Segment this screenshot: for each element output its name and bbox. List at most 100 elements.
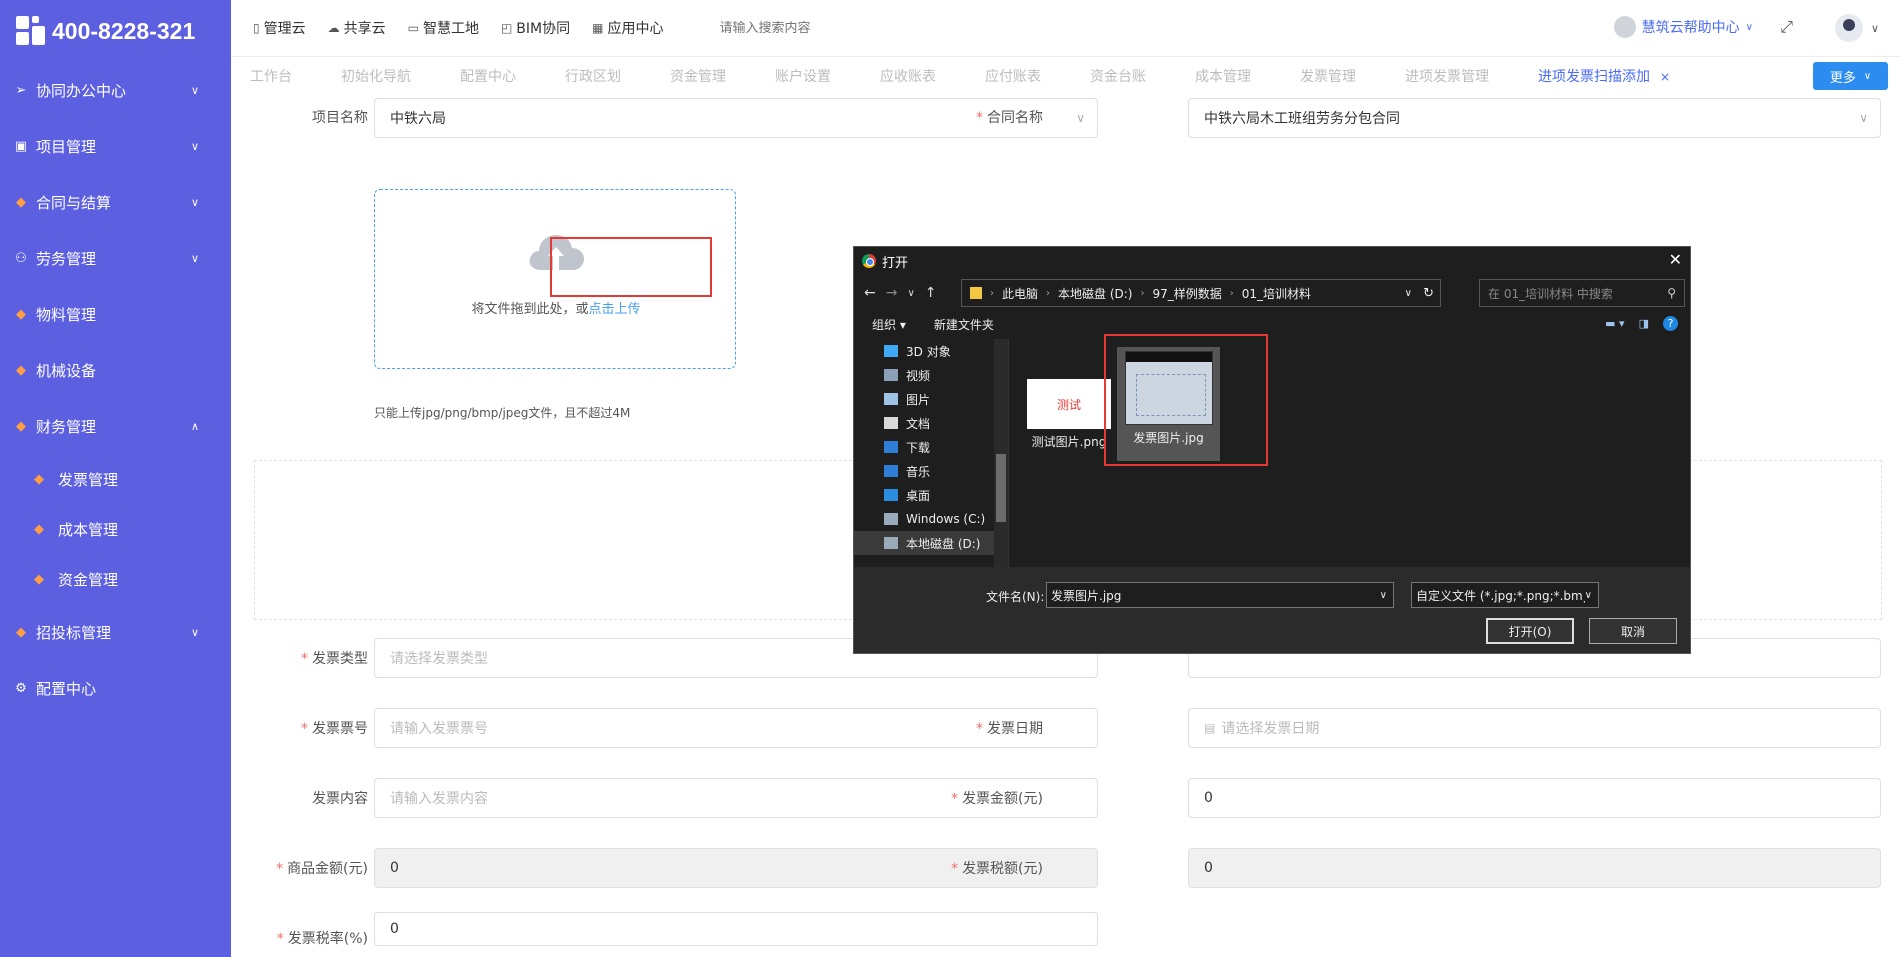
book-icon: ▣ <box>14 138 28 154</box>
desktop-icon <box>884 489 898 501</box>
tab-bar: 工作台 初始化导航 配置中心 行政区划 资金管理 账户设置 应收账表 应付账表 … <box>231 56 1901 94</box>
help-icon[interactable]: ? <box>1663 316 1678 331</box>
tab-workbench[interactable]: 工作台 <box>231 66 292 86</box>
tax-rate-input[interactable]: 0 <box>374 912 1098 946</box>
tab-funds[interactable]: 资金管理 <box>651 66 726 86</box>
chevron-down-icon[interactable]: ∨ <box>1405 288 1412 299</box>
sidebar-item-collab[interactable]: ➢ 协同办公中心 ∨ <box>0 62 231 118</box>
chevron-down-icon: ∨ <box>1076 111 1085 125</box>
tree-item-pictures[interactable]: 图片 <box>854 387 1008 411</box>
header-link-bim[interactable]: ◰ BIM协同 <box>501 18 570 38</box>
sidebar-item-labor[interactable]: ⚇ 劳务管理 ∨ <box>0 230 231 286</box>
tab-init-nav[interactable]: 初始化导航 <box>322 66 411 86</box>
gem-icon: ◆ <box>34 571 44 587</box>
history-dropdown-icon[interactable]: ∨ <box>907 288 914 299</box>
sidebar-sub-cost[interactable]: ◆ 成本管理 <box>0 504 231 554</box>
user-menu[interactable]: ∨ <box>1834 14 1879 42</box>
top-header: ▯管理云 ☁共享云 ▭智慧工地 ◰BIM协同 ▦应用中心 慧筑云帮助中心 ∨ ⤢… <box>231 0 1901 56</box>
breadcrumb-pc[interactable]: 此电脑 <box>1002 285 1038 302</box>
invoice-amount-input[interactable]: 0 <box>1188 778 1881 818</box>
sidebar-item-bidding[interactable]: ◆ 招投标管理 ∨ <box>0 604 231 660</box>
dialog-search-input[interactable]: 在 01_培训材料 中搜索 ⚲ <box>1479 279 1685 307</box>
search-input[interactable] <box>719 20 920 36</box>
contract-select[interactable]: 中铁六局木工班组劳务分包合同 ∨ <box>1188 98 1881 138</box>
chrome-icon <box>862 254 876 268</box>
tab-payable[interactable]: 应付账表 <box>966 66 1041 86</box>
refresh-icon[interactable]: ↻ <box>1423 286 1434 301</box>
tree-item-music[interactable]: 音乐 <box>854 459 1008 483</box>
sidebar-item-config[interactable]: ⚙ 配置中心 <box>0 660 231 716</box>
tree-item-desktop[interactable]: 桌面 <box>854 483 1008 507</box>
sidebar-item-finance[interactable]: ◆ 财务管理 ∧ <box>0 398 231 454</box>
close-icon[interactable]: × <box>1660 70 1670 84</box>
preview-pane-icon[interactable]: ◨ <box>1639 317 1649 330</box>
sidebar-item-material[interactable]: ◆ 物料管理 <box>0 286 231 342</box>
more-button[interactable]: 更多 ∨ <box>1813 62 1888 90</box>
header-link-site[interactable]: ▭ 智慧工地 <box>408 18 479 38</box>
tax-amount-input: 0 <box>1188 848 1881 888</box>
open-button[interactable]: 打开(O) <box>1486 618 1574 644</box>
chevron-down-icon[interactable]: ∨ <box>1380 590 1387 601</box>
address-bar[interactable]: › 此电脑 › 本地磁盘 (D:) › 97_样例数据 › 01_培训材料 ∨ … <box>961 279 1441 307</box>
tab-scan-add[interactable]: 进项发票扫描添加 × <box>1519 66 1670 86</box>
breadcrumb-drive[interactable]: 本地磁盘 (D:) <box>1058 285 1132 302</box>
cube-icon <box>884 345 898 357</box>
gem-icon: ◆ <box>34 471 44 487</box>
header-link-share[interactable]: ☁ 共享云 <box>328 18 386 38</box>
filetype-select[interactable]: 自定义文件 (*.jpg;*.png;*.bmp ∨ <box>1411 582 1599 608</box>
upload-link[interactable]: 点击上传 <box>589 302 641 317</box>
tab-invoice[interactable]: 发票管理 <box>1281 66 1356 86</box>
sidebar-sub-funds[interactable]: ◆ 资金管理 <box>0 554 231 604</box>
tab-config[interactable]: 配置中心 <box>441 66 516 86</box>
view-mode-icon[interactable]: ▬ ▾ <box>1605 317 1624 330</box>
sidebar-item-machinery[interactable]: ◆ 机械设备 <box>0 342 231 398</box>
tree-scrollbar[interactable] <box>994 339 1008 567</box>
grid-icon: ▦ <box>592 21 604 35</box>
video-icon <box>884 369 898 381</box>
close-icon[interactable]: ✕ <box>1669 250 1682 269</box>
sidebar-item-project[interactable]: ▣ 项目管理 ∨ <box>0 118 231 174</box>
drive-icon <box>884 537 898 549</box>
fullscreen-icon[interactable]: ⤢ <box>1780 17 1793 37</box>
tree-item-3d[interactable]: 3D 对象 <box>854 339 1008 363</box>
tax-amount-label: * 发票税额(元) <box>951 861 1043 877</box>
tab-receivable[interactable]: 应收账表 <box>861 66 936 86</box>
breadcrumb-training[interactable]: 01_培训材料 <box>1242 285 1311 302</box>
header-link-apps[interactable]: ▦ 应用中心 <box>592 18 663 38</box>
tree-item-d-drive[interactable]: 本地磁盘 (D:) <box>854 531 1008 555</box>
tree-item-c-drive[interactable]: Windows (C:) <box>854 507 1008 531</box>
scroll-thumb[interactable] <box>996 454 1006 522</box>
invoice-no-label: * 发票票号 <box>301 721 368 737</box>
logo-icon <box>16 16 46 46</box>
tree-item-videos[interactable]: 视频 <box>854 363 1008 387</box>
filename-input[interactable]: 发票图片.jpg ∨ <box>1046 582 1394 608</box>
header-link-management[interactable]: ▯ 管理云 <box>253 18 306 38</box>
tab-account[interactable]: 账户设置 <box>756 66 831 86</box>
folder-tree: 3D 对象 视频 图片 文档 下载 音乐 桌面 Windows (C:) 本地磁… <box>854 339 1009 567</box>
tax-rate-label: * 发票税率(%) <box>276 931 368 947</box>
up-arrow-icon[interactable]: ↑ <box>925 285 937 301</box>
invoice-date-picker[interactable]: ▤ 请选择发票日期 <box>1188 708 1881 748</box>
tree-item-downloads[interactable]: 下载 <box>854 435 1008 459</box>
forward-arrow-icon[interactable]: → <box>886 285 898 301</box>
chevron-down-icon: ∨ <box>1859 111 1868 125</box>
gem-icon: ◆ <box>34 521 44 537</box>
tab-regions[interactable]: 行政区划 <box>546 66 621 86</box>
help-center-menu[interactable]: 慧筑云帮助中心 ∨ <box>1613 16 1753 38</box>
organize-menu[interactable]: 组织 ▾ <box>872 316 906 333</box>
brand-phone: 400-8228-321 <box>52 17 196 44</box>
cancel-button[interactable]: 取消 <box>1589 618 1677 644</box>
tab-cost[interactable]: 成本管理 <box>1176 66 1251 86</box>
tab-input-invoice[interactable]: 进项发票管理 <box>1386 66 1489 86</box>
breadcrumb-sample-data[interactable]: 97_样例数据 <box>1152 285 1221 302</box>
file-item-test[interactable]: 测试 测试图片.png <box>1024 379 1114 450</box>
tree-item-documents[interactable]: 文档 <box>854 411 1008 435</box>
back-arrow-icon[interactable]: ← <box>864 285 876 301</box>
gem-icon: ◆ <box>16 194 26 210</box>
new-folder-button[interactable]: 新建文件夹 <box>934 316 994 333</box>
sidebar-item-contract[interactable]: ◆ 合同与结算 ∨ <box>0 174 231 230</box>
brand-logo[interactable]: 400-8228-321 <box>0 0 231 62</box>
sidebar-sub-invoice[interactable]: ◆ 发票管理 <box>0 454 231 504</box>
send-icon: ➢ <box>15 82 27 98</box>
tab-ledger[interactable]: 资金台账 <box>1071 66 1146 86</box>
